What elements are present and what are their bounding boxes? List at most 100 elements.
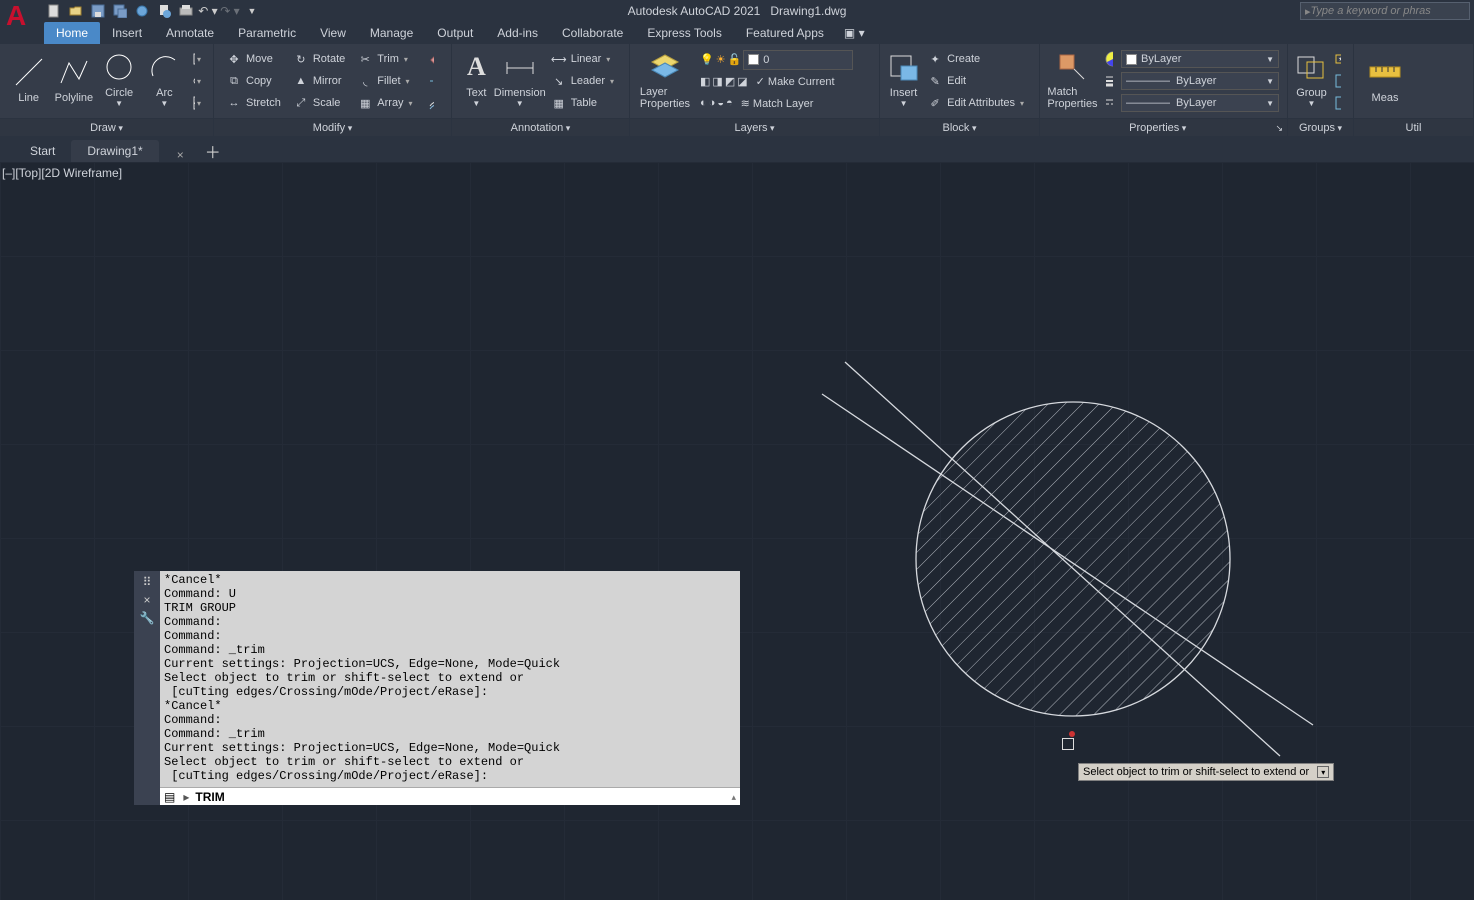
hatch-icon[interactable]: ▾ — [189, 93, 205, 113]
lineweight-icon[interactable] — [1101, 71, 1117, 91]
leader-button[interactable]: ↘Leader▾ — [547, 71, 621, 91]
table-button[interactable]: ▦Table — [547, 93, 621, 113]
erase-icon[interactable] — [424, 49, 438, 69]
layer-tool1-icon[interactable]: ◧ — [700, 75, 710, 88]
command-prompt[interactable]: ▤ ▸ TRIM ▴ — [160, 787, 740, 805]
array-button[interactable]: ▦Array▾ — [353, 93, 419, 113]
measure-button[interactable]: Meas — [1360, 46, 1410, 112]
command-window-handle[interactable]: ⠿ × 🔧 — [134, 571, 160, 805]
web-save-icon[interactable] — [154, 1, 174, 21]
web-open-icon[interactable] — [132, 1, 152, 21]
saveas-icon[interactable] — [110, 1, 130, 21]
redo-icon[interactable]: ↷ ▾ — [220, 1, 240, 21]
tab-featured[interactable]: Featured Apps — [734, 22, 836, 44]
layer-tool4-icon[interactable]: ◪ — [737, 75, 747, 88]
layer-combo[interactable]: 0 — [743, 50, 853, 70]
new-tab-icon[interactable]: ＋ — [200, 140, 226, 162]
app-logo[interactable]: A — [6, 2, 36, 38]
tab-manage[interactable]: Manage — [358, 22, 425, 44]
linear-button[interactable]: ⟷Linear▾ — [547, 49, 621, 69]
stretch-button[interactable]: ↔Stretch — [222, 93, 285, 113]
linetype-combo[interactable]: ————ByLayer▼ — [1121, 94, 1279, 112]
search-input[interactable]: ▸ Type a keyword or phras — [1300, 2, 1470, 20]
plot-icon[interactable] — [176, 1, 196, 21]
layer-properties-button[interactable]: Layer Properties — [636, 46, 694, 112]
insert-button[interactable]: Insert▼ — [886, 46, 921, 112]
drawing-canvas[interactable]: [–][Top][2D Wireframe] Select object to … — [0, 162, 1474, 900]
qat-dropdown-icon[interactable]: ▼ — [242, 1, 262, 21]
mirror-button[interactable]: ▲Mirror — [289, 71, 349, 91]
edit-attr-button[interactable]: ✐Edit Attributes▾ — [923, 93, 1031, 113]
tab-start[interactable]: Start — [14, 140, 71, 162]
rectangle-icon[interactable]: ▾ — [189, 49, 205, 69]
tab-annotate[interactable]: Annotate — [154, 22, 226, 44]
edit-button[interactable]: ✎Edit — [923, 71, 1031, 91]
tab-home[interactable]: Home — [44, 22, 100, 44]
bulb-on-icon[interactable]: 💡 — [700, 53, 714, 66]
linetype-icon[interactable] — [1101, 93, 1117, 113]
circle-button[interactable]: Circle▼ — [97, 46, 142, 112]
match-layer-button[interactable]: ≋ Match Layer — [741, 97, 814, 110]
tab-view[interactable]: View — [308, 22, 358, 44]
color-wheel-icon[interactable] — [1101, 49, 1117, 69]
line-button[interactable]: Line — [6, 46, 51, 112]
panel-groups: Group▼ ★ Groups — [1288, 44, 1354, 136]
mirror-icon: ▲ — [293, 73, 309, 89]
move-button[interactable]: ✥Move — [222, 49, 285, 69]
dimension-button[interactable]: Dimension▼ — [495, 46, 545, 112]
tab-insert[interactable]: Insert — [100, 22, 154, 44]
new-icon[interactable] — [44, 1, 64, 21]
rotate-button[interactable]: ↻Rotate — [289, 49, 349, 69]
match-icon — [1056, 49, 1090, 83]
polyline-button[interactable]: Polyline — [51, 46, 96, 112]
tab-addins[interactable]: Add-ins — [485, 22, 550, 44]
prompt-dropdown-icon[interactable]: ▴ — [731, 789, 736, 805]
panel-utilities: Meas Util — [1354, 44, 1474, 136]
close-tab-icon[interactable]: × — [171, 148, 190, 162]
copy-button[interactable]: ⧉Copy — [222, 71, 285, 91]
arc-button[interactable]: Arc▼ — [142, 46, 187, 112]
tab-collaborate[interactable]: Collaborate — [550, 22, 635, 44]
tab-drawing1[interactable]: Drawing1* — [71, 140, 158, 162]
close-icon[interactable]: × — [143, 593, 150, 607]
save-icon[interactable] — [88, 1, 108, 21]
tab-parametric[interactable]: Parametric — [226, 22, 308, 44]
lock-icon[interactable]: 🔓 — [728, 53, 742, 66]
layer-tool5-icon[interactable]: ◐ — [700, 97, 707, 109]
match-properties-button[interactable]: Match Properties — [1046, 46, 1099, 112]
text-icon: A — [459, 50, 493, 84]
layer-tool2-icon[interactable]: ◨ — [712, 75, 722, 88]
create-button[interactable]: ✦Create — [923, 49, 1031, 69]
undo-icon[interactable]: ↶ ▾ — [198, 1, 218, 21]
group-tool3-icon[interactable] — [1331, 93, 1345, 113]
tab-overflow-icon[interactable]: ▣ ▾ — [836, 22, 873, 44]
command-window[interactable]: ⠿ × 🔧 *Cancel* Command: U TRIM GROUP Com… — [134, 571, 740, 805]
tab-express[interactable]: Express Tools — [635, 22, 733, 44]
grip-icon[interactable]: ⠿ — [143, 575, 152, 589]
trim-button[interactable]: ✂Trim▾ — [353, 49, 419, 69]
layer-tool6-icon[interactable]: ◑ — [709, 97, 716, 109]
explode-icon[interactable] — [424, 71, 438, 91]
group-button[interactable]: Group▼ — [1294, 46, 1329, 112]
command-history-icon[interactable]: ▤ — [164, 789, 175, 805]
ellipse-icon[interactable]: ▾ — [189, 71, 205, 91]
lineweight-combo[interactable]: ————ByLayer▼ — [1121, 72, 1279, 90]
panel-properties: Match Properties ByLayer▼ ————ByLayer▼ —… — [1040, 44, 1288, 136]
group-tool1-icon[interactable]: ★ — [1331, 49, 1345, 69]
wrench-icon[interactable]: 🔧 — [140, 611, 155, 625]
sun-icon[interactable]: ☀ — [716, 53, 726, 66]
command-log[interactable]: *Cancel* Command: U TRIM GROUP Command: … — [160, 571, 740, 787]
group-tool2-icon[interactable] — [1331, 71, 1345, 91]
text-button[interactable]: AText▼ — [458, 46, 495, 112]
fillet-button[interactable]: ◟Fillet▾ — [353, 71, 419, 91]
scale-button[interactable]: ⤢Scale — [289, 93, 349, 113]
layer-tool7-icon[interactable]: ◒ — [717, 97, 724, 109]
offset-icon[interactable] — [424, 93, 438, 113]
open-icon[interactable] — [66, 1, 86, 21]
tooltip-dropdown-icon[interactable]: ▾ — [1317, 766, 1329, 778]
layer-tool3-icon[interactable]: ◩ — [725, 75, 735, 88]
layer-tool8-icon[interactable]: ◓ — [726, 97, 733, 109]
tab-output[interactable]: Output — [425, 22, 485, 44]
make-current-button[interactable]: ✓ Make Current — [756, 75, 835, 88]
color-combo[interactable]: ByLayer▼ — [1121, 50, 1279, 68]
